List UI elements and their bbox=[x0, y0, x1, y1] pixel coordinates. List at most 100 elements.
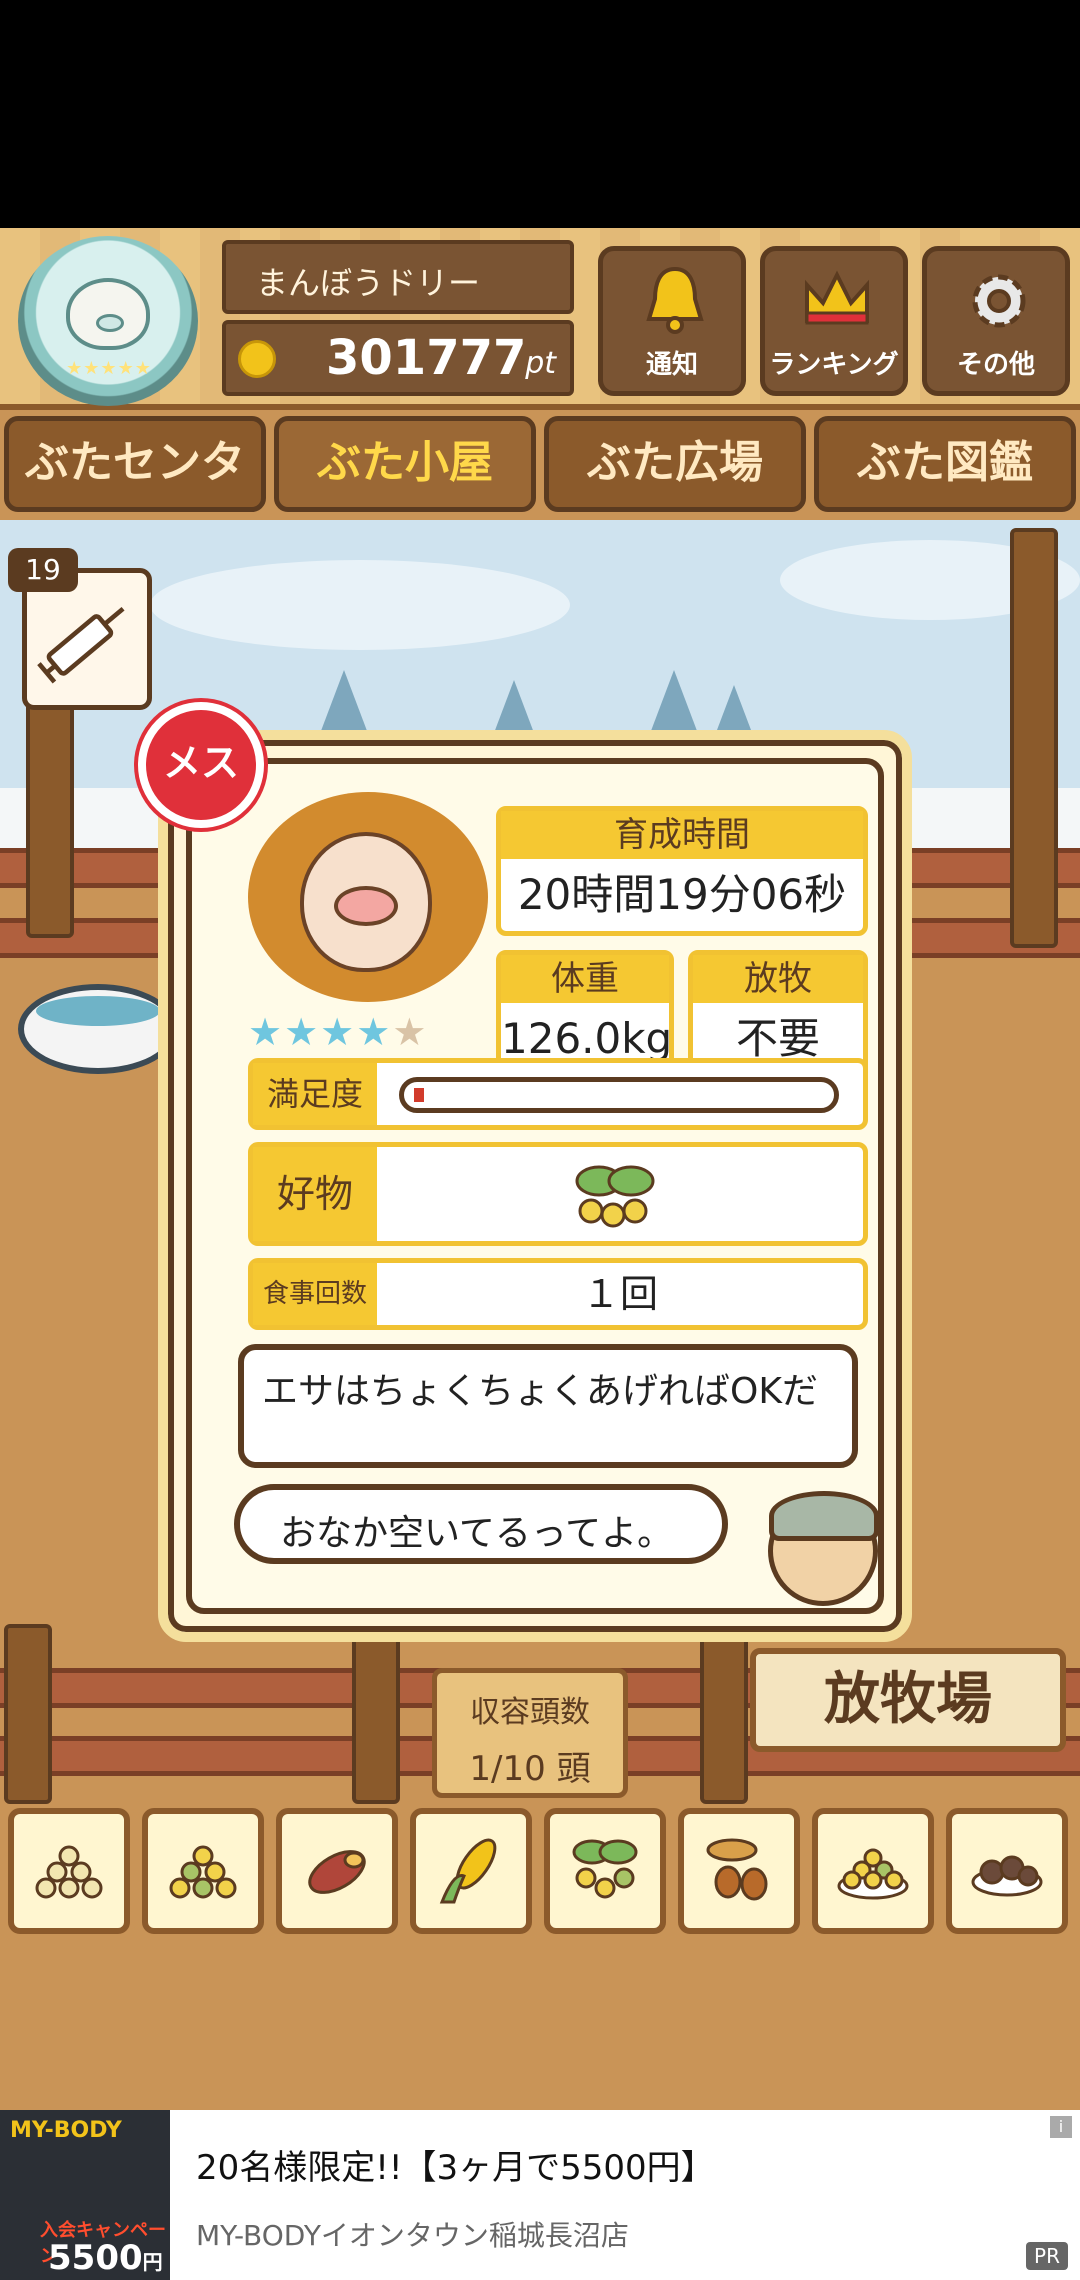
notification-label: 通知 bbox=[645, 350, 698, 380]
raise-time-value: 20時間19分06秒 bbox=[517, 870, 847, 919]
water bbox=[36, 996, 160, 1026]
tab-pig-plaza[interactable]: ぶた広場 bbox=[544, 416, 806, 512]
syringe-count: 19 bbox=[8, 548, 78, 592]
sweet-potato-icon bbox=[308, 1850, 366, 1894]
satisfaction-fill bbox=[414, 1088, 424, 1102]
favorite-label: 好物 bbox=[253, 1147, 377, 1241]
feed-button[interactable] bbox=[8, 1808, 130, 1934]
ad-banner[interactable]: MY-BODY 入会キャンペーン 5500円 20名様限定!!【3ヶ月で5500… bbox=[0, 2110, 1080, 2280]
fence-post bbox=[1010, 528, 1058, 948]
crown-icon bbox=[805, 270, 869, 325]
ad-image: MY-BODY 入会キャンペーン 5500円 bbox=[0, 2110, 170, 2280]
dialog-line-1: エサはちょくちょくあげればOKだ bbox=[262, 1371, 818, 1412]
star-empty-icon: ★ bbox=[392, 1010, 429, 1054]
feed-button[interactable] bbox=[812, 1808, 934, 1934]
ranking-button[interactable]: ランキング bbox=[760, 246, 908, 396]
star-icon: ★ bbox=[320, 1010, 357, 1054]
female-badge: メス bbox=[138, 702, 264, 828]
dialog-line-2: おなか空いてるってよ。 bbox=[280, 1513, 674, 1554]
game-screen: ★★★★★ まんぼうドリー 301777 pt 通知 ランキング その他 ぶたセ… bbox=[0, 228, 1080, 2110]
points-value: 301777 bbox=[326, 330, 527, 386]
weight-label: 体重 bbox=[501, 955, 669, 1003]
grain-pile-icon bbox=[35, 1845, 103, 1899]
corn-icon bbox=[439, 1838, 497, 1904]
pig-snout bbox=[334, 886, 398, 926]
feed-button[interactable] bbox=[276, 1808, 398, 1934]
tab-pig-encyclopedia[interactable]: ぶた図鑑 bbox=[814, 416, 1076, 512]
pig-rating: ★★★★★ bbox=[248, 1010, 428, 1054]
ranking-label: ランキング bbox=[769, 350, 899, 380]
feed-button[interactable] bbox=[410, 1808, 532, 1934]
feed-button[interactable] bbox=[544, 1808, 666, 1934]
pig-nose bbox=[96, 314, 124, 332]
farmer-avatar bbox=[768, 1491, 879, 1606]
fence-post bbox=[4, 1624, 52, 1804]
rank-badge[interactable]: ★★★★★ bbox=[18, 236, 198, 406]
soybean-icon bbox=[575, 1165, 655, 1228]
ad-info-icon[interactable]: i bbox=[1050, 2116, 1072, 2138]
player-name: まんぼうドリー bbox=[256, 264, 481, 302]
meatball-plate-icon bbox=[971, 1855, 1043, 1897]
fence-post bbox=[26, 698, 74, 938]
feed-tray bbox=[0, 1808, 1080, 1938]
pig-portrait bbox=[248, 792, 488, 1002]
meals-row: 食事回数 １回 bbox=[248, 1258, 868, 1330]
feed-button[interactable] bbox=[678, 1808, 800, 1934]
meals-label: 食事回数 bbox=[253, 1263, 377, 1325]
graze-label: 放牧 bbox=[693, 955, 863, 1003]
pig-emblem-icon bbox=[66, 278, 150, 350]
gender-label: メス bbox=[162, 741, 239, 785]
bean-plate-icon bbox=[837, 1848, 909, 1900]
fence-post bbox=[700, 1624, 748, 1804]
meals-value: １回 bbox=[581, 1272, 658, 1316]
ad-brand: MY-BODY bbox=[10, 2118, 122, 2143]
points-unit: pt bbox=[525, 346, 556, 381]
main-nav: ぶたセンター ぶた小屋 ぶた広場 ぶた図鑑 bbox=[0, 416, 1080, 572]
fence-post bbox=[352, 1624, 400, 1804]
capacity-value: 1/10 頭 bbox=[469, 1749, 591, 1789]
tab-pig-house[interactable]: ぶた小屋 bbox=[274, 416, 536, 512]
feed-button[interactable] bbox=[946, 1808, 1068, 1934]
ad-price: 5500円 bbox=[48, 2238, 163, 2278]
cloud bbox=[150, 560, 570, 650]
ad-subtitle: MY-BODYイオンタウン稲城長沼店 bbox=[196, 2219, 629, 2252]
top-header: ★★★★★ まんぼうドリー 301777 pt 通知 ランキング その他 bbox=[0, 228, 1080, 410]
farmer-cap bbox=[769, 1491, 879, 1541]
other-label: その他 bbox=[956, 350, 1035, 380]
bell-icon bbox=[646, 266, 704, 334]
mixed-beans-icon bbox=[169, 1845, 237, 1899]
tab-pig-center[interactable]: ぶたセンター bbox=[4, 416, 266, 572]
coin-icon bbox=[238, 340, 276, 378]
star-icon: ★ bbox=[284, 1010, 321, 1054]
ad-price-value: 5500 bbox=[48, 2238, 143, 2278]
status-bar bbox=[0, 0, 1080, 228]
feed-button[interactable] bbox=[142, 1808, 264, 1934]
capacity-sign: 収容頭数 1/10 頭 bbox=[432, 1668, 628, 1798]
pig-face bbox=[300, 832, 432, 972]
points-panel: 301777 pt bbox=[222, 320, 574, 396]
satisfaction-row: 満足度 bbox=[248, 1058, 868, 1130]
favorite-row: 好物 bbox=[248, 1142, 868, 1246]
ad-pr-badge: PR bbox=[1026, 2242, 1068, 2270]
pig-detail-inner: ★★★★★ 育成時間 20時間19分06秒 体重 126.0kg 放牧 不要 満… bbox=[186, 758, 884, 1614]
acorn-icon bbox=[706, 1838, 768, 1901]
pig-detail-card: ★★★★★ 育成時間 20時間19分06秒 体重 126.0kg 放牧 不要 満… bbox=[158, 730, 912, 1642]
gear-icon bbox=[972, 274, 1026, 328]
badge-stars: ★★★★★ bbox=[66, 358, 152, 379]
pasture-sign-button[interactable]: 放牧場 bbox=[750, 1648, 1066, 1752]
speech-bubble-1: エサはちょくちょくあげればOKだ bbox=[238, 1344, 858, 1468]
player-name-panel: まんぼうドリー bbox=[222, 240, 574, 314]
star-icon: ★ bbox=[356, 1010, 393, 1054]
satisfaction-bar bbox=[399, 1077, 839, 1113]
capacity-title: 収容頭数 bbox=[470, 1695, 590, 1730]
water-bowl[interactable] bbox=[18, 984, 178, 1074]
soybean-icon bbox=[572, 1839, 638, 1899]
raise-time-label: 育成時間 bbox=[501, 811, 863, 859]
raise-time-box: 育成時間 20時間19分06秒 bbox=[496, 806, 868, 936]
ad-title: 20名様限定!!【3ヶ月で5500円】 bbox=[196, 2148, 715, 2188]
syringe-icon bbox=[37, 606, 125, 684]
speech-bubble-2: おなか空いてるってよ。 bbox=[234, 1484, 728, 1564]
notification-button[interactable]: 通知 bbox=[598, 246, 746, 396]
satisfaction-label: 満足度 bbox=[253, 1063, 377, 1125]
other-button[interactable]: その他 bbox=[922, 246, 1070, 396]
